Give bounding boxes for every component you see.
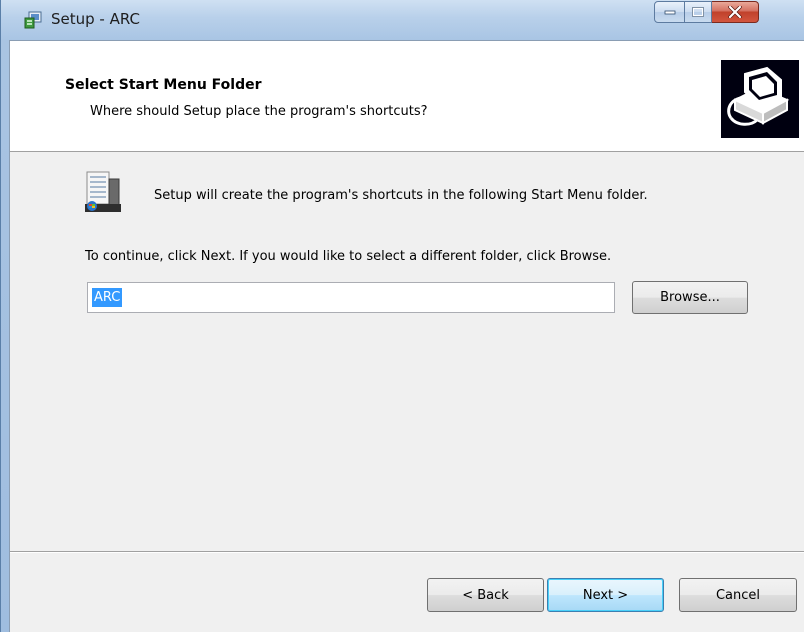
cancel-button[interactable]: Cancel xyxy=(679,578,797,612)
next-button[interactable]: Next > xyxy=(547,578,664,612)
caption-buttons xyxy=(654,1,759,23)
page-subtitle: Where should Setup place the program's s… xyxy=(90,104,428,119)
page-title: Select Start Menu Folder xyxy=(65,77,262,93)
maximize-button[interactable] xyxy=(685,1,712,23)
start-menu-folder-field[interactable]: ARC xyxy=(87,282,615,313)
window-title: Setup - ARC xyxy=(51,10,141,28)
browse-button[interactable]: Browse... xyxy=(632,281,748,314)
instructions-text: To continue, click Next. If you would li… xyxy=(85,249,612,264)
back-button[interactable]: < Back xyxy=(427,578,544,612)
computer-install-icon xyxy=(721,60,799,138)
maximize-icon xyxy=(692,7,704,17)
setup-installer-icon xyxy=(24,11,42,29)
close-icon xyxy=(728,6,742,18)
setup-window: Setup - ARC Select Start Menu Folder Whe… xyxy=(0,0,804,632)
minimize-icon xyxy=(664,10,675,15)
start-menu-folder-icon xyxy=(85,171,121,212)
footer-divider xyxy=(10,551,804,553)
close-button[interactable] xyxy=(712,1,759,23)
minimize-button[interactable] xyxy=(654,1,685,23)
title-bar[interactable]: Setup - ARC xyxy=(1,0,804,40)
shortcut-info-text: Setup will create the program's shortcut… xyxy=(154,188,648,203)
dialog-content: Select Start Menu Folder Where should Se… xyxy=(9,40,804,632)
folder-name-value[interactable]: ARC xyxy=(92,288,123,307)
wizard-header: Select Start Menu Folder Where should Se… xyxy=(10,41,804,152)
